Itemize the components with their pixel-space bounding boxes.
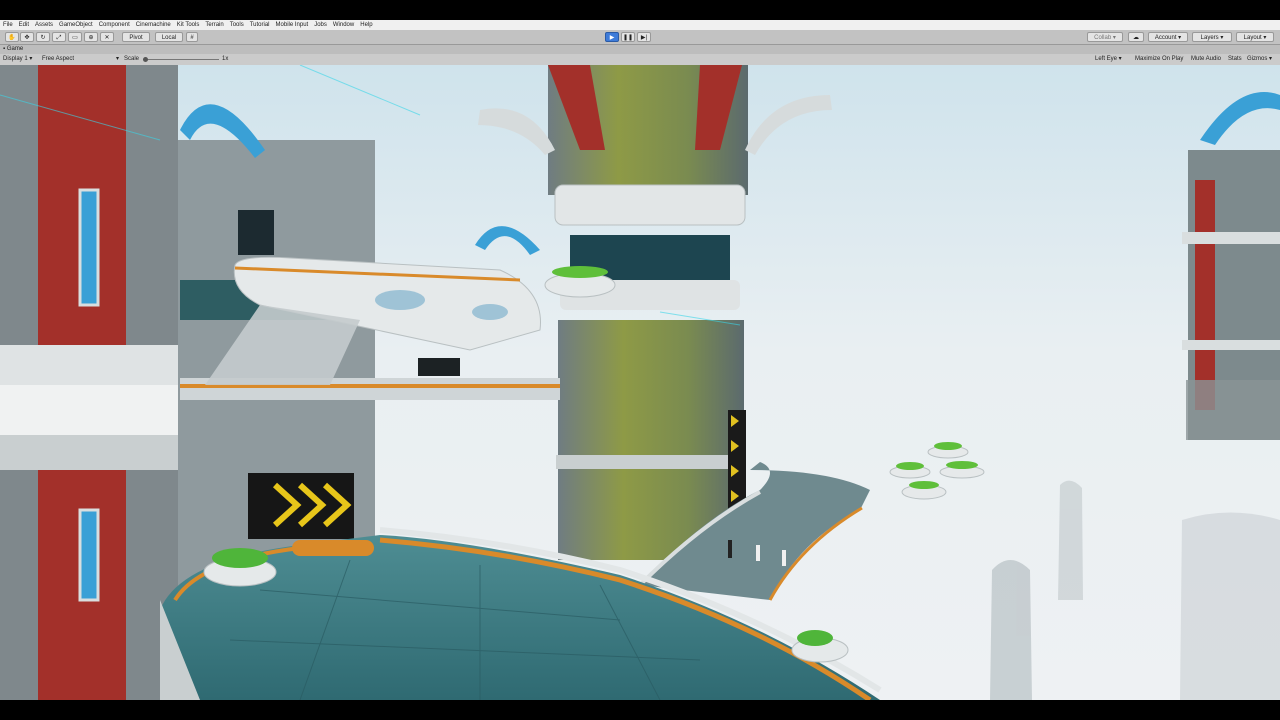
menu-tutorial[interactable]: Tutorial	[247, 22, 273, 28]
menu-help[interactable]: Help	[357, 22, 375, 28]
game-scene	[0, 65, 1280, 700]
menu-gameobject[interactable]: GameObject	[56, 22, 96, 28]
cloud-icon: ☁	[1133, 35, 1139, 41]
rect-tool-button[interactable]: ▭	[68, 32, 82, 42]
scale-label: Scale	[124, 56, 140, 62]
layers-label: Layers	[1200, 35, 1219, 41]
menu-assets[interactable]: Assets	[32, 22, 56, 28]
layout-dropdown[interactable]: Layout ▾	[1236, 32, 1274, 42]
layout-label: Layout	[1243, 35, 1262, 41]
menu-kit-tools[interactable]: Kit Tools	[174, 22, 203, 28]
tools-icon: ✕	[104, 35, 110, 41]
menu-cinemachine[interactable]: Cinemachine	[133, 22, 174, 28]
rotate-icon: ↻	[40, 35, 46, 41]
step-button[interactable]: ▶|	[637, 32, 651, 42]
account-label: Account	[1154, 35, 1177, 41]
move-icon: ✥	[24, 35, 30, 41]
pivot-label: Pivot	[129, 35, 143, 41]
scale-slider-handle[interactable]	[143, 57, 148, 62]
rotate-tool-button[interactable]: ↻	[36, 32, 50, 42]
scale-value: 1x	[222, 56, 229, 62]
grid-icon: #	[190, 35, 194, 41]
left-pillar	[0, 65, 178, 700]
play-button[interactable]: ▶	[605, 32, 619, 42]
bottom-letterbox	[0, 700, 1280, 720]
menu-mobile-input[interactable]: Mobile Input	[273, 22, 312, 28]
stats-toggle[interactable]: Stats	[1228, 54, 1242, 65]
display-dropdown[interactable]: Display 1 ▾	[3, 54, 32, 65]
local-toggle[interactable]: Local	[155, 32, 183, 42]
aspect-label: Free Aspect	[42, 56, 75, 62]
custom-tool-button[interactable]: ✕	[100, 32, 114, 42]
gizmos-label: Gizmos	[1247, 56, 1268, 62]
game-icon: ▪	[3, 46, 6, 52]
game-tab[interactable]: ▪ Game	[3, 45, 23, 54]
pivot-toggle[interactable]: Pivot	[122, 32, 150, 42]
game-viewport[interactable]	[0, 65, 1280, 700]
collab-label: Collab	[1094, 35, 1112, 41]
menu-component[interactable]: Component	[96, 22, 133, 28]
menu-tools[interactable]: Tools	[227, 22, 247, 28]
pause-button[interactable]: ❚❚	[621, 32, 635, 42]
aspect-dropdown[interactable]: Free Aspect	[42, 54, 74, 65]
account-dropdown[interactable]: Account ▾	[1148, 32, 1188, 42]
display-label: Display 1	[3, 56, 28, 62]
menu-window[interactable]: Window	[330, 22, 357, 28]
step-icon: ▶|	[640, 35, 648, 41]
transform-tool-button[interactable]: ⊕	[84, 32, 98, 42]
maximize-on-play-toggle[interactable]: Maximize On Play	[1135, 54, 1183, 65]
cloud-button[interactable]: ☁	[1128, 32, 1144, 42]
layers-dropdown[interactable]: Layers ▾	[1192, 32, 1232, 42]
scale-slider[interactable]	[143, 57, 219, 62]
gizmos-dropdown[interactable]: Gizmos ▾	[1247, 54, 1272, 65]
mute-audio-toggle[interactable]: Mute Audio	[1191, 54, 1221, 65]
game-tab-row: ▪ Game	[0, 45, 1280, 54]
hand-tool-button[interactable]: ✋	[5, 32, 19, 42]
main-toolbar: ✋ ✥ ↻ ⤢ ▭ ⊕ ✕ Pivot Local # ▶ ❚❚ ▶| Coll…	[0, 30, 1280, 45]
unity-editor-window: File Edit Assets GameObject Component Ci…	[0, 0, 1280, 720]
pause-icon: ❚❚	[622, 35, 634, 41]
menu-jobs[interactable]: Jobs	[311, 22, 330, 28]
move-tool-button[interactable]: ✥	[20, 32, 34, 42]
menu-terrain[interactable]: Terrain	[202, 22, 226, 28]
aspect-chevron-icon[interactable]: ▾	[116, 54, 119, 65]
play-icon: ▶	[609, 35, 615, 41]
transform-icon: ⊕	[88, 35, 94, 41]
eye-dropdown[interactable]: Left Eye ▾	[1095, 54, 1122, 65]
hazard-stripes	[728, 410, 746, 510]
rect-icon: ▭	[72, 35, 78, 41]
grid-snap-button[interactable]: #	[186, 32, 198, 42]
menu-bar: File Edit Assets GameObject Component Ci…	[0, 20, 1280, 30]
arrow-sign	[248, 473, 354, 539]
menu-file[interactable]: File	[0, 22, 16, 28]
eye-label: Left Eye	[1095, 56, 1118, 62]
hand-icon: ✋	[8, 35, 16, 41]
local-label: Local	[161, 35, 177, 41]
collab-dropdown[interactable]: Collab ▾	[1087, 32, 1123, 42]
scale-icon: ⤢	[56, 35, 62, 41]
scale-tool-button[interactable]: ⤢	[52, 32, 66, 42]
menu-edit[interactable]: Edit	[16, 22, 32, 28]
game-tab-label: Game	[6, 46, 24, 52]
